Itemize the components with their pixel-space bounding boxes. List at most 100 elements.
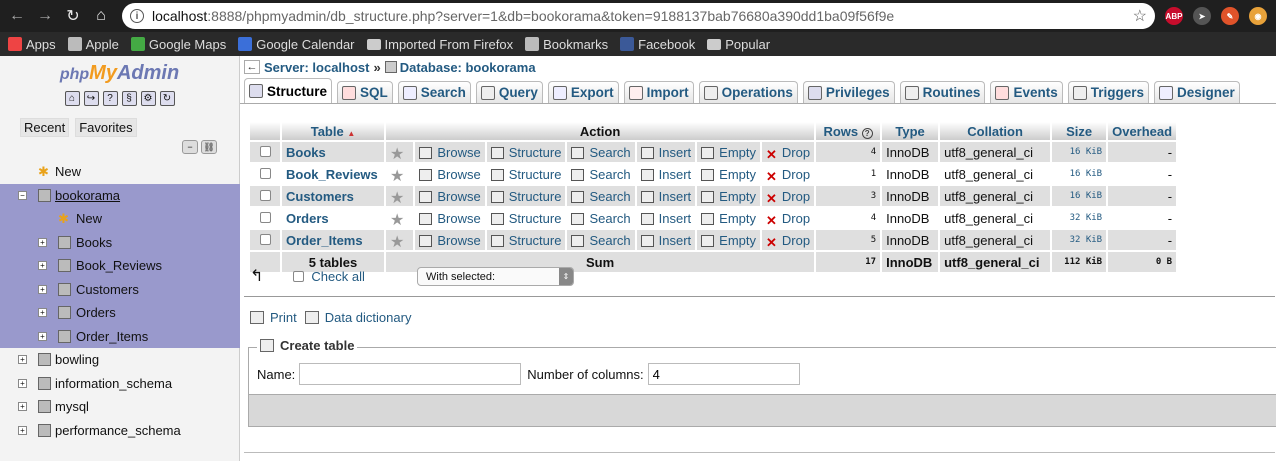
row-checkbox[interactable]: [259, 167, 271, 179]
overhead-col-header[interactable]: Overhead: [1108, 122, 1177, 140]
recent-tab[interactable]: Recent: [20, 118, 70, 137]
bookmark-item[interactable]: Google Calendar: [238, 37, 355, 52]
tab-sql[interactable]: SQL: [337, 81, 393, 103]
home-icon[interactable]: ⌂: [90, 5, 112, 27]
table-name-input[interactable]: [299, 363, 522, 385]
tree-item-db[interactable]: + mysql: [0, 395, 240, 419]
expand-icon[interactable]: +: [18, 425, 27, 435]
tree-item-db[interactable]: + bowling: [0, 348, 240, 372]
data-dictionary-link[interactable]: Data dictionary: [325, 310, 412, 325]
structure-action[interactable]: Structure: [486, 230, 566, 250]
table-col-header[interactable]: Table ▲: [282, 122, 384, 140]
drop-action[interactable]: ✕ Drop: [762, 164, 815, 184]
print-link[interactable]: Print: [270, 310, 297, 325]
tree-item-db[interactable]: + performance_schema: [0, 419, 240, 443]
structure-action[interactable]: Structure: [486, 208, 566, 228]
size-link[interactable]: 16 KiB: [1052, 142, 1107, 162]
tab-search[interactable]: Search: [397, 81, 471, 103]
expand-icon[interactable]: +: [18, 402, 27, 412]
expand-icon[interactable]: +: [38, 331, 47, 341]
favorite-star-icon[interactable]: ★: [390, 210, 404, 229]
bookmark-item[interactable]: Bookmarks: [525, 37, 608, 52]
link-with-main-icon[interactable]: ⛓: [201, 140, 217, 154]
check-all-checkbox[interactable]: [293, 270, 305, 282]
back-arrow-icon[interactable]: ←: [6, 5, 28, 27]
logout-icon[interactable]: ↪: [83, 91, 99, 106]
expand-icon[interactable]: +: [38, 237, 47, 247]
phpmyadmin-logo[interactable]: phpMyAdmin: [0, 62, 239, 85]
row-checkbox[interactable]: [259, 189, 271, 201]
tree-item-table[interactable]: + Customers: [0, 278, 240, 302]
refresh-icon[interactable]: ↻: [159, 91, 175, 106]
collapse-all-icon[interactable]: −: [182, 140, 198, 154]
insert-action[interactable]: Insert: [636, 142, 696, 162]
search-action[interactable]: Search: [567, 208, 635, 228]
browse-action[interactable]: Browse: [415, 164, 485, 184]
tree-item-table[interactable]: + Order_Items: [0, 325, 240, 349]
drop-action[interactable]: ✕ Drop: [762, 208, 815, 228]
tab-export[interactable]: Export: [547, 81, 619, 103]
size-link[interactable]: 16 KiB: [1052, 164, 1107, 184]
tab-operations[interactable]: Operations: [698, 81, 798, 103]
tab-structure[interactable]: Structure: [244, 78, 333, 103]
abp-icon[interactable]: ABP: [1165, 7, 1183, 25]
browse-action[interactable]: Browse: [415, 186, 485, 206]
search-action[interactable]: Search: [567, 230, 635, 250]
search-action[interactable]: Search: [567, 186, 635, 206]
drop-action[interactable]: ✕ Drop: [762, 186, 815, 206]
browse-action[interactable]: Browse: [415, 230, 485, 250]
bookmark-item[interactable]: Imported From Firefox: [366, 37, 513, 52]
site-info-icon[interactable]: i: [130, 9, 144, 23]
favorite-star-icon[interactable]: ★: [390, 144, 404, 163]
favorite-star-icon[interactable]: ★: [390, 188, 404, 207]
structure-action[interactable]: Structure: [486, 164, 566, 184]
row-checkbox[interactable]: [259, 145, 271, 157]
collapse-nav-icon[interactable]: ←: [244, 60, 260, 74]
insert-action[interactable]: Insert: [636, 164, 696, 184]
bookmark-item[interactable]: Popular: [707, 37, 770, 52]
num-columns-input[interactable]: [647, 363, 800, 385]
size-link[interactable]: 32 KiB: [1052, 230, 1107, 250]
tab-triggers[interactable]: Triggers: [1067, 81, 1149, 103]
expand-icon[interactable]: +: [38, 308, 47, 318]
insert-action[interactable]: Insert: [636, 230, 696, 250]
bookmark-star-icon[interactable]: ☆: [1133, 6, 1147, 26]
compass-ext-icon[interactable]: ◉: [1249, 7, 1267, 25]
tab-query[interactable]: Query: [475, 81, 543, 103]
reload-icon[interactable]: ↻: [62, 5, 84, 27]
rows-col-header[interactable]: Rows ?: [816, 122, 881, 140]
collation-col-header[interactable]: Collation: [940, 122, 1051, 140]
home-icon[interactable]: ⌂: [64, 91, 80, 106]
tree-item-db[interactable]: − bookorama: [0, 184, 240, 208]
structure-action[interactable]: Structure: [486, 186, 566, 206]
type-col-header[interactable]: Type: [882, 122, 939, 140]
collapse-icon[interactable]: −: [18, 190, 27, 200]
pen-ext-icon[interactable]: ✎: [1221, 7, 1239, 25]
sql-docs-icon[interactable]: §: [121, 91, 137, 106]
insert-action[interactable]: Insert: [636, 186, 696, 206]
empty-action[interactable]: Empty: [697, 208, 761, 228]
tree-item-table[interactable]: ✱ New: [0, 207, 240, 231]
size-link[interactable]: 16 KiB: [1052, 186, 1107, 206]
favorites-tab[interactable]: Favorites: [75, 118, 137, 137]
breadcrumb-server[interactable]: Server: localhost: [264, 60, 370, 75]
expand-icon[interactable]: +: [38, 261, 47, 271]
tab-privileges[interactable]: Privileges: [802, 81, 895, 103]
browse-action[interactable]: Browse: [415, 208, 485, 228]
browse-action[interactable]: Browse: [415, 142, 485, 162]
tree-item-table[interactable]: + Orders: [0, 301, 240, 325]
bookmark-item[interactable]: Google Maps: [130, 37, 226, 52]
size-link[interactable]: 32 KiB: [1052, 208, 1107, 228]
row-checkbox[interactable]: [259, 233, 271, 245]
settings-gear-icon[interactable]: ⚙: [140, 91, 156, 106]
table-name-link[interactable]: Orders: [282, 208, 384, 228]
search-action[interactable]: Search: [567, 164, 635, 184]
data-dictionary-icon[interactable]: [304, 311, 319, 324]
tree-item-table[interactable]: + Books: [0, 231, 240, 255]
table-name-link[interactable]: Books: [282, 142, 384, 162]
breadcrumb-database[interactable]: Database: bookorama: [400, 60, 536, 75]
docs-icon[interactable]: ?: [102, 91, 118, 106]
structure-action[interactable]: Structure: [486, 142, 566, 162]
expand-icon[interactable]: +: [18, 355, 27, 365]
favorite-star-icon[interactable]: ★: [390, 232, 404, 251]
